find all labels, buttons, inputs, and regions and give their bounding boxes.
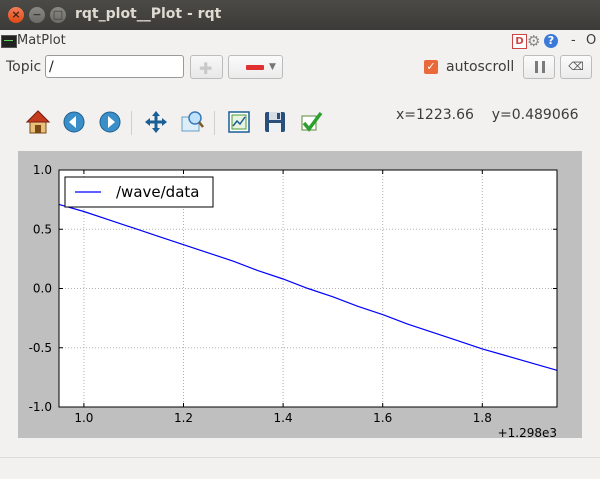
minimize-plugin-button[interactable]: - [571,33,576,48]
x-tick-label: 1.0 [74,411,93,425]
x-readout: x=1223.66 [396,107,474,123]
toolbar-separator [214,111,215,135]
line-chart[interactable]: 1.0 1.2 1.4 1.6 1.8 1.0 0.5 0.0 -0.5 -1.0 +1.298e3… [18,151,582,438]
help-icon[interactable]: ? [544,34,558,48]
clear-button[interactable]: ⌫ [560,55,592,79]
float-plugin-button[interactable]: O [586,33,596,48]
forward-icon[interactable] [96,108,124,136]
pan-icon[interactable] [142,108,170,136]
plot-canvas[interactable]: 1.0 1.2 1.4 1.6 1.8 1.0 0.5 0.0 -0.5 -1.0 +1.298e3… [18,151,582,438]
pause-icon-bar [542,61,545,73]
topic-label: Topic [6,59,42,75]
y-tick-label: 1.0 [33,163,52,177]
maximize-window-button[interactable]: □ [50,7,66,23]
y-tick-label: -0.5 [29,341,52,355]
gear-icon[interactable]: ⚙ [527,32,540,50]
y-tick-label: -1.0 [29,400,52,414]
save-icon[interactable] [261,108,289,136]
home-icon[interactable] [24,108,52,136]
y-readout: y=0.489066 [491,107,579,123]
plugin-title: MatPlot [17,33,66,48]
window-titlebar: × − □ rqt_plot__Plot - rqt [0,0,600,30]
x-offset-label: +1.298e3 [498,426,557,438]
zoom-icon[interactable] [178,108,206,136]
legend-label: /wave/data [116,183,199,201]
chevron-down-icon: ▼ [269,62,276,72]
x-tick-label: 1.8 [473,411,492,425]
plot-toolbar [20,108,350,138]
x-tick-label: 1.4 [274,411,293,425]
plus-icon: ✚ [199,59,213,78]
apply-icon[interactable] [297,108,325,136]
cursor-coordinates: x=1223.66 y=0.489066 [396,107,579,123]
pause-icon [535,61,538,73]
toolbar-separator [131,111,132,135]
close-window-button[interactable]: × [8,7,24,23]
back-icon[interactable] [60,108,88,136]
y-tick-label: 0.0 [33,282,52,296]
topic-input[interactable] [45,55,184,78]
x-tick-label: 1.2 [174,411,193,425]
subplots-icon[interactable] [225,108,253,136]
window-title: rqt_plot__Plot - rqt [75,6,222,22]
pause-button[interactable] [523,55,555,79]
status-bar [0,457,600,479]
x-tick-label: 1.6 [373,411,392,425]
minimize-window-button[interactable]: − [29,7,45,23]
autoscroll-checkbox[interactable]: ✓ [424,60,438,74]
minus-icon [246,65,264,70]
matplot-plugin-icon [1,35,17,48]
remove-topic-dropdown[interactable]: ▼ [228,55,283,79]
add-topic-button[interactable]: ✚ [190,55,223,79]
dock-d-icon[interactable]: D [512,34,527,49]
y-tick-label: 0.5 [33,222,52,236]
autoscroll-label: autoscroll [446,59,515,75]
